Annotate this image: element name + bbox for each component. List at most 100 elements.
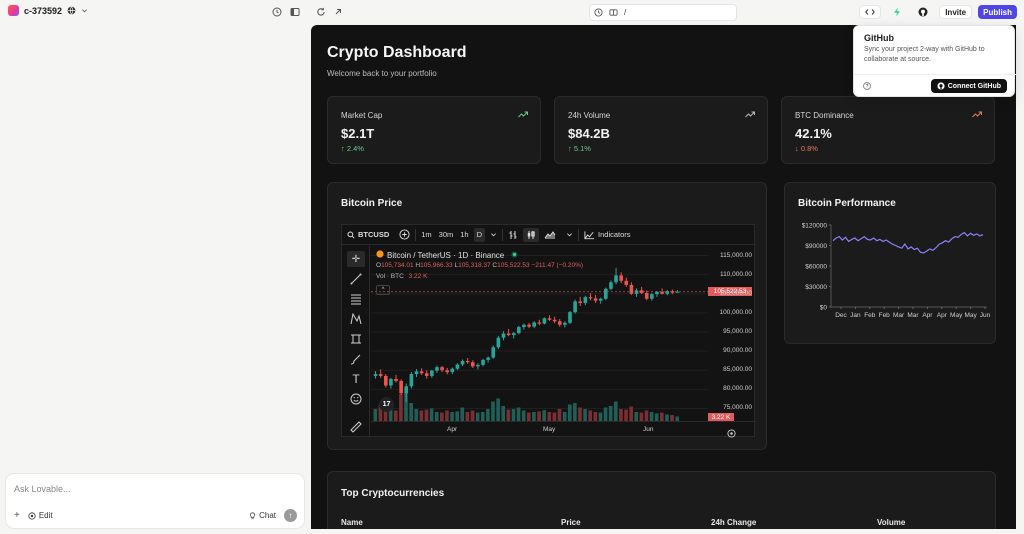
- help-icon[interactable]: [863, 82, 871, 92]
- y-tick-label: $0: [820, 305, 828, 312]
- candle-body: [430, 370, 434, 376]
- interval-30m[interactable]: 30m: [437, 225, 456, 245]
- text-tool[interactable]: T: [347, 371, 365, 387]
- y-tick-label: $90000: [805, 243, 827, 250]
- popover-description: Sync your project 2-way with GitHub to c…: [864, 46, 985, 63]
- volume-bar: [424, 409, 429, 421]
- column-header-change: 24h Change: [711, 518, 757, 527]
- chat-mode-button[interactable]: Chat: [249, 511, 276, 520]
- bitcoin-price-card: Bitcoin Price BTCUSD 1m 30m 1h D Indicat…: [327, 182, 767, 450]
- price-tick-label: 105,000.00: [719, 289, 752, 297]
- ohlc-readout: O105,734.01 H105,966.33 L105,318.37 C105…: [376, 262, 584, 269]
- card-title: Bitcoin Performance: [798, 198, 896, 209]
- trend-line-tool[interactable]: [347, 271, 365, 287]
- tradingview-widget[interactable]: BTCUSD 1m 30m 1h D Indicators ✛ T Bitcoi…: [341, 224, 756, 438]
- history-button[interactable]: [270, 5, 284, 19]
- interval-dropdown[interactable]: [485, 225, 502, 245]
- stat-label: BTC Dominance: [795, 111, 854, 120]
- page-title: Crypto Dashboard: [327, 44, 467, 61]
- candle-body: [419, 371, 424, 374]
- indicators-button[interactable]: Indicators: [579, 225, 636, 245]
- github-popover: GitHub Sync your project 2-way with GitH…: [853, 25, 1016, 97]
- candle-body: [424, 373, 429, 376]
- candle-body: [506, 333, 511, 336]
- legend-title: Bitcoin / TetherUS · 1D · Binance: [387, 250, 505, 260]
- indicators-icon: [584, 230, 595, 239]
- x-tick-label: Apr: [922, 312, 933, 319]
- candle-body: [583, 297, 588, 303]
- candle-body: [619, 275, 623, 281]
- ohlc-low: 105,318.37: [458, 262, 491, 269]
- bolt-icon: [894, 7, 901, 17]
- project-name: c-373592: [24, 5, 63, 16]
- invite-button[interactable]: Invite: [939, 5, 973, 19]
- smiley-icon: [350, 393, 362, 405]
- ohlc-close: 105,522.53: [497, 262, 530, 269]
- btc-price-line: [832, 231, 984, 254]
- project-switcher[interactable]: c-373592: [8, 5, 88, 16]
- code-view-button[interactable]: [859, 5, 882, 19]
- interval-d[interactable]: D: [473, 227, 486, 242]
- reload-button[interactable]: [314, 5, 328, 19]
- open-external-button[interactable]: [331, 5, 345, 19]
- candle-body: [511, 333, 516, 336]
- brush-tool[interactable]: [347, 351, 365, 367]
- send-button[interactable]: ↑: [284, 509, 297, 522]
- lovable-logo-icon: [8, 5, 19, 16]
- compare-button[interactable]: [394, 225, 415, 245]
- settings-icon[interactable]: [727, 425, 736, 443]
- volume-bar: [644, 410, 649, 421]
- edit-button[interactable]: Edit: [28, 511, 53, 520]
- candle-body: [522, 324, 526, 328]
- price-tick-label: 85,000.00: [723, 366, 752, 374]
- fib-tool[interactable]: [347, 291, 365, 307]
- tradingview-logo-icon[interactable]: 17: [379, 397, 394, 412]
- volume-bar: [506, 409, 511, 421]
- y-tick-label: $30000: [805, 284, 827, 291]
- chat-input-box[interactable]: Ask Lovable... + Edit Chat ↑: [5, 473, 305, 529]
- candle-style-button[interactable]: [523, 227, 540, 242]
- ruler-tool[interactable]: [347, 419, 365, 435]
- candle-body: [450, 368, 455, 373]
- bar-style-button[interactable]: [503, 225, 523, 245]
- time-label-apr: Apr: [447, 426, 458, 433]
- url-bar[interactable]: /: [589, 4, 737, 21]
- supabase-button[interactable]: [887, 5, 907, 19]
- code-icon: [865, 9, 876, 15]
- github-icon: [937, 82, 945, 90]
- reload-icon: [317, 7, 325, 16]
- chat-toolbar: + Edit Chat ↑: [14, 509, 297, 522]
- pattern-tool[interactable]: [347, 311, 365, 327]
- top-cryptocurrencies-card: Top Cryptocurrencies Name Price 24h Chan…: [327, 471, 996, 529]
- chat-input[interactable]: Ask Lovable...: [14, 484, 71, 494]
- candle-body: [394, 379, 398, 381]
- ohlc-open: 105,734.01: [381, 262, 414, 269]
- interval-1h[interactable]: 1h: [455, 225, 473, 245]
- toggle-sidebar-button[interactable]: [288, 5, 302, 19]
- collapse-legend-button[interactable]: ^: [376, 285, 390, 295]
- interval-1m[interactable]: 1m: [416, 225, 436, 245]
- measure-tool[interactable]: [347, 331, 365, 347]
- stat-change: ↑ 2.4%: [341, 144, 364, 153]
- tv-toolbar: BTCUSD 1m 30m 1h D Indicators: [342, 225, 756, 245]
- connect-github-button[interactable]: Connect GitHub: [930, 79, 1007, 93]
- candle-body: [455, 364, 460, 369]
- area-style-button[interactable]: [539, 225, 561, 245]
- candle-body: [491, 347, 496, 358]
- candle-body: [445, 370, 449, 373]
- chart-type-dropdown[interactable]: [561, 225, 578, 245]
- stat-change: ↑ 5.1%: [568, 144, 591, 153]
- volume-bar: [491, 401, 495, 421]
- github-button[interactable]: [913, 5, 933, 19]
- btc-coin-icon: [376, 250, 384, 260]
- candle-body: [650, 294, 654, 299]
- column-header-price: Price: [561, 518, 581, 527]
- stat-label: Market Cap: [341, 111, 383, 120]
- attach-button[interactable]: +: [14, 510, 20, 521]
- symbol-search[interactable]: BTCUSD: [342, 225, 394, 245]
- candle-body: [517, 327, 521, 334]
- crosshair-tool[interactable]: ✛: [347, 251, 365, 267]
- publish-button[interactable]: Publish: [978, 5, 1017, 19]
- candle-body: [598, 298, 603, 301]
- emoji-tool[interactable]: [347, 391, 365, 407]
